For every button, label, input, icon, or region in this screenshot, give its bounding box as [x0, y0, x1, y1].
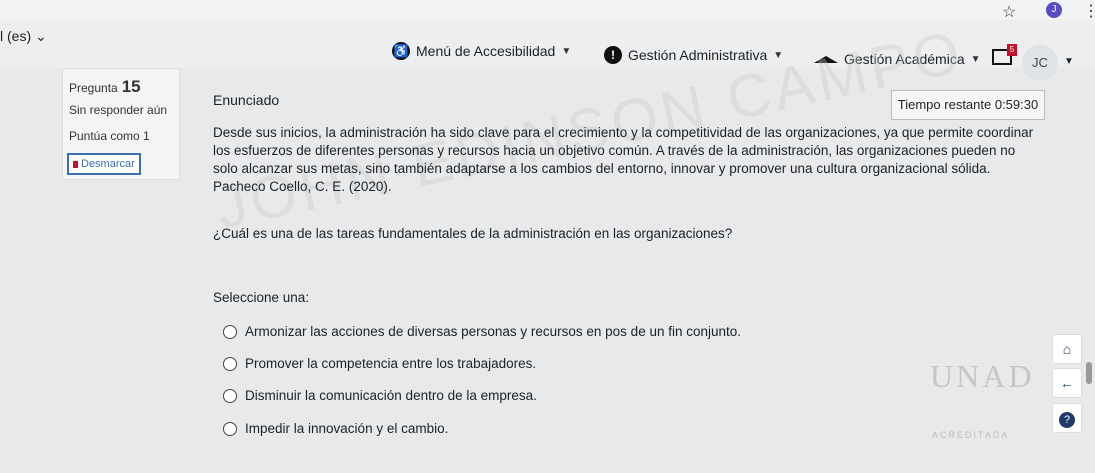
admin-management-label: Gestión Administrativa — [628, 47, 768, 63]
chevron-down-icon[interactable]: ▼ — [1064, 56, 1074, 67]
radio-button[interactable] — [223, 356, 237, 371]
unflag-button-label: Desmarcar — [81, 158, 135, 170]
radio-button[interactable] — [223, 324, 237, 339]
home-icon: ⌂ — [1062, 341, 1072, 357]
star-icon[interactable]: ☆ — [1002, 2, 1016, 22]
question-number-label: Pregunta 15 — [69, 77, 141, 96]
home-button[interactable]: ⌂ — [1052, 334, 1082, 364]
answer-option[interactable]: Impedir la innovación y el cambio. — [223, 421, 448, 436]
flag-icon — [73, 160, 78, 168]
back-button[interactable]: ← — [1052, 368, 1082, 398]
help-icon: ? — [1059, 412, 1075, 428]
radio-button[interactable] — [223, 388, 237, 403]
profile-avatar[interactable]: J — [1046, 2, 1062, 18]
question-state: Sin responder aún — [69, 103, 168, 117]
chevron-down-icon: ▼ — [970, 53, 981, 65]
section-title: Enunciado — [213, 92, 280, 108]
mail-badge: 5 — [1007, 44, 1017, 56]
answer-option-label: Impedir la innovación y el cambio. — [245, 421, 449, 436]
academic-management-label: Gestión Académica — [844, 51, 965, 67]
question-grade: Puntúa como 1 — [69, 129, 150, 143]
answer-option-label: Armonizar las acciones de diversas perso… — [245, 324, 742, 339]
browser-toolbar: ☆ J ⋮ — [0, 0, 1095, 22]
question-content: Enunciado Tiempo restante 0:59:30 Desde … — [178, 80, 1063, 473]
language-selector[interactable]: l (es) ⌄ — [0, 28, 47, 45]
user-avatar[interactable]: JC — [1022, 45, 1058, 81]
radio-button[interactable] — [223, 421, 237, 436]
admin-management-menu[interactable]: ! Gestión Administrativa ▼ — [604, 46, 783, 64]
answer-option[interactable]: Armonizar las acciones de diversas perso… — [223, 324, 741, 339]
chevron-down-icon: ▼ — [773, 49, 784, 61]
question-info: Pregunta 15 Sin responder aún Puntúa como… — [62, 68, 180, 180]
scrollbar[interactable] — [1086, 362, 1092, 384]
accessibility-icon: ♿ — [392, 42, 410, 60]
site-navbar: l (es) ⌄ ♿ Menú de Accesibilidad ▼ ! Ges… — [0, 20, 1095, 68]
arrow-left-icon: ← — [1060, 375, 1074, 391]
answer-option[interactable]: Disminuir la comunicación dentro de la e… — [223, 388, 537, 403]
question-number: 15 — [121, 77, 141, 96]
unflag-button[interactable]: Desmarcar — [67, 153, 141, 175]
timer: Tiempo restante 0:59:30 — [891, 90, 1045, 120]
question-stem: Desde sus inicios, la administración ha … — [213, 125, 1034, 194]
graduation-cap-icon — [814, 55, 838, 63]
kebab-icon[interactable]: ⋮ — [1083, 1, 1095, 21]
answer-prompt: Seleccione una: — [213, 290, 310, 305]
answer-option[interactable]: Promover la competencia entre los trabaj… — [223, 356, 536, 371]
academic-management-menu[interactable]: Gestión Académica ▼ — [814, 51, 981, 67]
alert-icon: ! — [604, 46, 622, 64]
help-button[interactable]: ? — [1052, 403, 1082, 433]
accessibility-menu-label: Menú de Accesibilidad — [416, 43, 556, 59]
chevron-down-icon: ▼ — [561, 45, 572, 57]
answer-option-label: Disminuir la comunicación dentro de la e… — [245, 388, 537, 403]
answer-option-label: Promover la competencia entre los trabaj… — [245, 356, 537, 371]
accessibility-menu[interactable]: ♿ Menú de Accesibilidad ▼ — [392, 42, 571, 60]
question-text: ¿Cuál es una de las tareas fundamentales… — [213, 226, 733, 241]
